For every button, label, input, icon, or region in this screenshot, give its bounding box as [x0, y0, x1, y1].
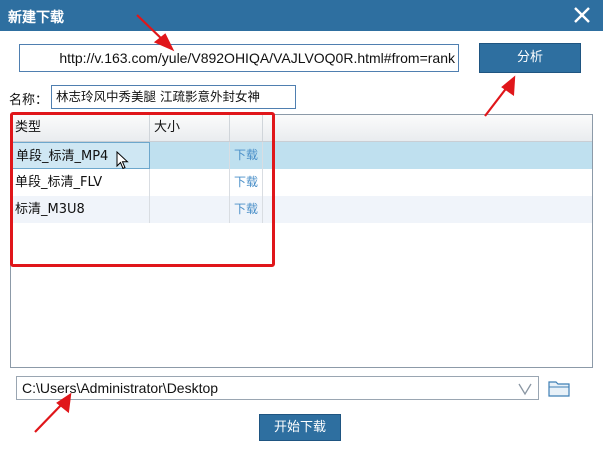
arrow-to-path — [34, 401, 65, 433]
analyze-button[interactable]: 分析 — [479, 43, 581, 73]
chevron-down-icon[interactable] — [517, 378, 533, 398]
arrowhead-analyze — [501, 75, 516, 97]
arrow-to-analyze — [484, 85, 509, 117]
title-bar: 新建下载 — [0, 0, 603, 31]
folder-icon[interactable] — [548, 379, 570, 397]
name-input[interactable]: 林志玲风中秀美腿 江疏影意外封女神 — [51, 85, 296, 109]
save-path-value: C:\Users\Administrator\Desktop — [22, 380, 219, 396]
highlight-box — [10, 112, 275, 267]
url-input-value: http://v.163.com/yule/V892OHIQA/VAJLVOQ0… — [59, 50, 455, 66]
save-path-select[interactable]: C:\Users\Administrator\Desktop — [16, 376, 539, 400]
close-icon[interactable] — [571, 4, 593, 26]
window-title: 新建下载 — [8, 10, 64, 26]
name-label: 名称： — [9, 93, 49, 108]
start-download-button[interactable]: 开始下载 — [259, 414, 341, 441]
url-input[interactable]: http://v.163.com/yule/V892OHIQA/VAJLVOQ0… — [19, 44, 459, 72]
